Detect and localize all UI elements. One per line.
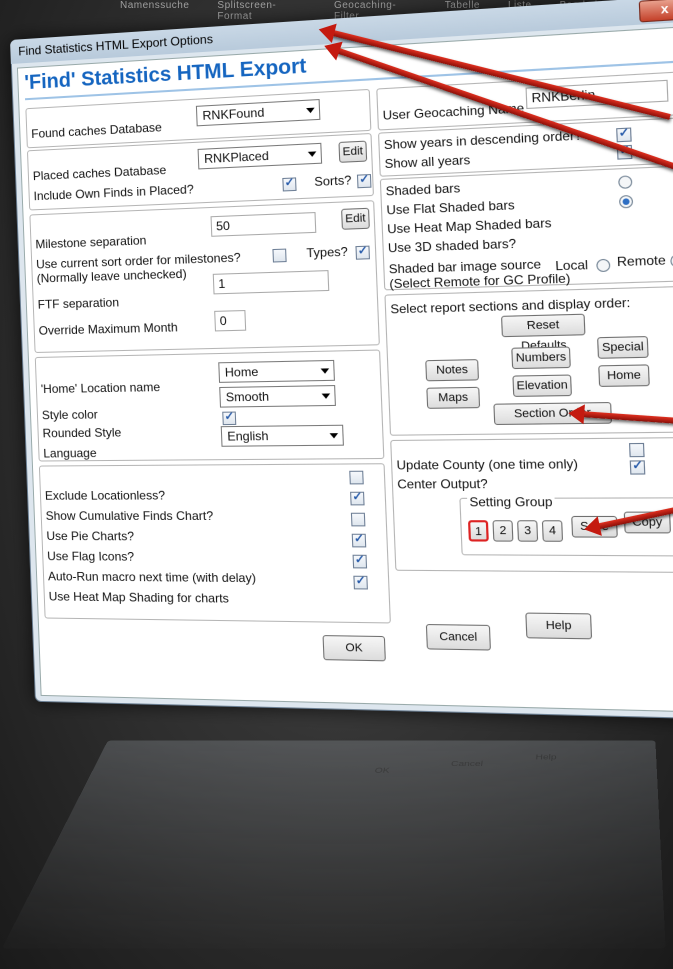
county-label: Update County (one time only) xyxy=(396,456,579,473)
help-button[interactable]: Help xyxy=(525,612,593,640)
location-group: 'Home' Location name Home Smooth Style c… xyxy=(34,349,385,462)
misc-checkbox-1[interactable] xyxy=(628,442,645,458)
options-group: Exclude Locationless? Show Cumulative Fi… xyxy=(38,463,391,624)
home-select[interactable]: Home xyxy=(218,359,335,383)
pie-label: Use Pie Charts? xyxy=(46,528,135,544)
placed-db-value: RNKPlaced xyxy=(203,148,270,167)
sort-order-checkbox[interactable] xyxy=(272,248,287,263)
sorts-checkbox[interactable] xyxy=(356,174,372,189)
milestone-group: Milestone separation 50 Edit Use current… xyxy=(29,200,380,353)
misc-group: Update County (one time only) Center Out… xyxy=(390,436,673,574)
milestone-edit-button[interactable]: Edit xyxy=(341,207,370,230)
milestone-label: Milestone separation xyxy=(35,233,147,252)
max-month-input[interactable]: 0 xyxy=(214,310,247,332)
rounded-style-label: Rounded Style xyxy=(42,425,122,441)
language-select[interactable]: English xyxy=(220,424,344,447)
types-checkbox[interactable] xyxy=(355,245,370,260)
bars-group: Shaded bars Use Flat Shaded bars Use Hea… xyxy=(379,165,673,291)
home-label: 'Home' Location name xyxy=(40,379,161,397)
numbers-button[interactable]: Numbers xyxy=(511,346,571,370)
flag-checkbox[interactable] xyxy=(352,554,368,569)
style-select[interactable]: Smooth xyxy=(219,385,336,408)
setting-group-3-button[interactable]: 3 xyxy=(517,520,539,542)
maps-button[interactable]: Maps xyxy=(426,386,481,409)
special-button[interactable]: Special xyxy=(597,336,649,359)
local-radio[interactable] xyxy=(596,258,611,273)
home-button[interactable]: Home xyxy=(598,364,650,387)
setting-group-4-button[interactable]: 4 xyxy=(541,520,564,542)
pie-checkbox[interactable] xyxy=(351,533,367,548)
found-db-value: RNKFound xyxy=(202,105,265,123)
found-db-select[interactable]: RNKFound xyxy=(195,99,321,127)
sorts-label: Sorts? xyxy=(314,172,352,190)
close-button[interactable]: x xyxy=(638,0,673,23)
flat-radio[interactable] xyxy=(618,194,634,209)
notes-button[interactable]: Notes xyxy=(425,359,480,382)
reset-defaults-button[interactable]: Reset Defaults xyxy=(500,313,586,353)
exclude-checkbox[interactable] xyxy=(350,491,365,506)
types-label: Types? xyxy=(306,244,349,261)
setting-group-2-button[interactable]: 2 xyxy=(492,520,514,542)
language-value: English xyxy=(227,428,269,444)
shaded-radio[interactable] xyxy=(618,175,633,189)
setting-group-label: Setting Group xyxy=(466,494,556,510)
own-finds-checkbox[interactable] xyxy=(282,177,297,192)
remote-label: Remote xyxy=(616,252,667,270)
heat-bars-label: Use Heat Map Shaded bars xyxy=(386,215,552,237)
county-checkbox[interactable] xyxy=(629,460,646,475)
language-label: Language xyxy=(43,445,97,461)
placed-label: Placed caches Database xyxy=(32,162,167,184)
cumulative-checkbox[interactable] xyxy=(350,512,366,527)
shaded-label: Shaded bars xyxy=(385,180,461,199)
sections-label: Select report sections and display order… xyxy=(390,295,631,317)
setting-group-box: Setting Group 1 2 3 4 Save Copy xyxy=(459,494,673,557)
placed-db-select[interactable]: RNKPlaced xyxy=(197,142,323,170)
chevron-down-icon xyxy=(320,368,330,374)
export-options-window: Find Statistics HTML Export Options x 'F… xyxy=(10,0,673,720)
cancel-button[interactable]: Cancel xyxy=(425,623,491,651)
option-checkbox-1[interactable] xyxy=(349,470,364,485)
setting-group-1-button[interactable]: 1 xyxy=(467,520,489,542)
style-color-label: Style color xyxy=(41,407,99,423)
max-month-label: Override Maximum Month xyxy=(38,320,178,338)
ftf-input[interactable]: 1 xyxy=(212,270,330,295)
local-label: Local xyxy=(555,257,589,274)
chevron-down-icon xyxy=(321,393,331,399)
autorun-checkbox[interactable] xyxy=(353,575,368,590)
flat-label: Use Flat Shaded bars xyxy=(386,197,515,218)
style-value: Smooth xyxy=(225,389,270,405)
rounded-style-checkbox[interactable] xyxy=(222,411,237,426)
chevron-down-icon xyxy=(329,433,339,439)
arrow-head-icon xyxy=(567,403,585,425)
sections-group: Select report sections and display order… xyxy=(384,285,673,436)
placed-edit-button[interactable]: Edit xyxy=(338,140,368,163)
years-desc-checkbox[interactable] xyxy=(616,127,632,143)
exclude-label: Exclude Locationless? xyxy=(44,488,166,503)
home-value: Home xyxy=(224,364,259,380)
elevation-button[interactable]: Elevation xyxy=(512,374,572,397)
center-label: Center Output? xyxy=(397,476,489,492)
ftf-label: FTF separation xyxy=(37,295,120,312)
own-finds-label: Include Own Finds in Placed? xyxy=(33,182,194,204)
ok-button[interactable]: OK xyxy=(322,635,386,662)
autorun-label: Auto-Run macro next time (with delay) xyxy=(47,569,257,586)
three-d-label: Use 3D shaded bars? xyxy=(387,236,517,256)
flag-label: Use Flag Icons? xyxy=(46,549,135,564)
heatmap-label: Use Heat Map Shading for charts xyxy=(48,589,230,606)
chevron-down-icon xyxy=(306,107,315,114)
all-years-label: Show all years xyxy=(384,152,471,172)
years-desc-label: Show years in descending order? xyxy=(383,127,583,153)
chevron-down-icon xyxy=(307,151,317,158)
cumulative-label: Show Cumulative Finds Chart? xyxy=(45,508,214,524)
milestone-input[interactable]: 50 xyxy=(210,212,317,237)
found-label: Found caches Database xyxy=(31,120,163,142)
